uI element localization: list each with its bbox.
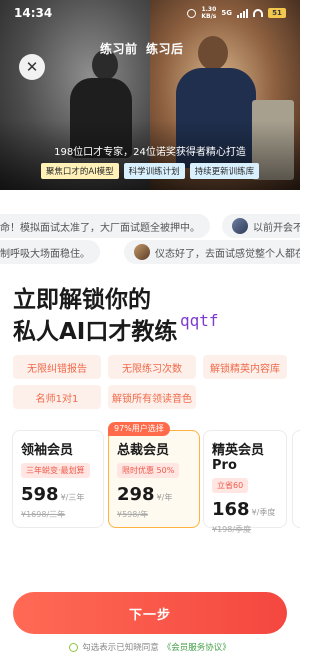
- plan-price: 598: [21, 484, 59, 505]
- plan-name: 总裁会员: [117, 443, 170, 458]
- testimonial-row: 救命！模拟面试太准了，大厂面试题全被押中。 以前开会不敢: [0, 214, 300, 238]
- signal-icon: [237, 8, 248, 18]
- status-icons: 1.30 KB/s 5G 51: [187, 6, 286, 20]
- speaker-head: [198, 36, 228, 70]
- alarm-icon: [187, 8, 197, 18]
- plan-original-price: ¥1698/三年: [21, 510, 66, 519]
- benefit-chip: 解锁所有领读音色: [108, 385, 196, 409]
- hero-tags: 聚焦口才的AI模型 科学训练计划 持续更新训练库: [0, 163, 300, 179]
- benefit-chip: 无限纠错报告: [13, 355, 101, 379]
- hero-tag: 持续更新训练库: [189, 163, 260, 179]
- next-button[interactable]: 下一步: [13, 592, 287, 634]
- testimonial-pill: 以前开会不敢: [222, 214, 300, 238]
- plan-name: 精英会员Pro: [212, 443, 265, 473]
- plan-price: 298: [117, 484, 155, 505]
- price-row: 298 ¥/年: [117, 484, 191, 505]
- plan-list: 97%用户选择 领袖会员 三年蜕变·最划算 598 ¥/三年 ¥1698/三年 …: [0, 422, 300, 534]
- status-time: 14:34: [14, 6, 53, 20]
- plan-promo-tag: 三年蜕变·最划算: [21, 463, 90, 478]
- hero-tag: 科学训练计划: [123, 163, 185, 179]
- hero-banner: [0, 0, 300, 190]
- network-speed-value: 1.30: [201, 6, 217, 13]
- plan-price: 168: [212, 499, 250, 520]
- plan-period: ¥/年: [156, 493, 173, 502]
- plan-card-partial[interactable]: [292, 430, 300, 528]
- agreement-text: 勾选表示已知晓同意: [82, 643, 159, 653]
- avatar: [232, 218, 248, 234]
- battery-icon: 51: [268, 8, 286, 18]
- plan-name: 领袖会员: [21, 443, 74, 458]
- testimonial-pill: 控制呼吸大场面稳住。: [0, 240, 100, 264]
- page-title: 立即解锁你的 私人AI口才教练: [13, 284, 177, 348]
- testimonial-text: 以前开会不敢: [253, 222, 300, 234]
- plan-original-price: ¥598/年: [117, 510, 149, 519]
- price-row: 168 ¥/季度: [212, 499, 278, 520]
- title-line: 立即解锁你的: [13, 287, 151, 313]
- testimonial-text: 救命！模拟面试太准了，大厂面试题全被押中。: [0, 222, 200, 234]
- plan-period: ¥/季度: [251, 508, 276, 517]
- plan-promo-tag: 立省60: [212, 478, 249, 493]
- benefit-chip: 无限练习次数: [108, 355, 196, 379]
- price-row: 598 ¥/三年: [21, 484, 95, 505]
- plan-card-leader[interactable]: 领袖会员 三年蜕变·最划算 598 ¥/三年 ¥1698/三年: [12, 430, 104, 528]
- network-speed-unit: KB/s: [201, 13, 217, 20]
- hero-tag: 聚焦口才的AI模型: [40, 163, 119, 179]
- status-bar: 14:34 1.30 KB/s 5G 51: [0, 0, 300, 26]
- agree-checkbox[interactable]: [69, 642, 79, 652]
- testimonial-pill: 仪态好了，去面试感觉整个人都在发光: [124, 240, 300, 264]
- testimonial-row: 控制呼吸大场面稳住。 仪态好了，去面试感觉整个人都在发光: [0, 240, 300, 264]
- plan-promo-tag: 限时优惠 50%: [117, 463, 180, 478]
- popular-badge: 97%用户选择: [108, 422, 170, 436]
- network-type: 5G: [221, 9, 232, 17]
- close-icon: ✕: [25, 58, 39, 76]
- benefit-chip: 名师1对1: [13, 385, 101, 409]
- hero-subtitle: 198位口才专家，24位诺奖获得者精心打造: [54, 147, 246, 158]
- membership-screen: 14:34 1.30 KB/s 5G 51 练习前 练习后 ✕ 198位口才专家…: [0, 0, 300, 667]
- plan-original-price: ¥198/季度: [212, 525, 252, 534]
- plan-period: ¥/三年: [60, 493, 85, 502]
- testimonial-pill: 救命！模拟面试太准了，大厂面试题全被押中。: [0, 214, 210, 238]
- plan-card-elite-pro[interactable]: 精英会员Pro 立省60 168 ¥/季度 ¥198/季度: [203, 430, 287, 534]
- avatar: [134, 244, 150, 260]
- testimonial-text: 仪态好了，去面试感觉整个人都在发光: [155, 248, 300, 260]
- after-label: 练习后: [146, 42, 184, 56]
- wifi-icon: [253, 9, 263, 17]
- handwritten-annotation: qqtf: [180, 311, 219, 330]
- title-line: 私人AI口才教练: [13, 319, 178, 345]
- close-button[interactable]: ✕: [19, 54, 45, 80]
- network-speed: 1.30 KB/s: [201, 6, 216, 20]
- before-label: 练习前: [100, 42, 138, 56]
- plan-card-president[interactable]: 总裁会员 限时优惠 50% 298 ¥/年 ¥598/年: [108, 430, 200, 528]
- testimonial-text: 控制呼吸大场面稳住。: [0, 248, 90, 260]
- service-agreement-link[interactable]: 《会员服务协议》: [163, 641, 231, 653]
- benefit-chip: 解锁精英内容库: [203, 355, 287, 379]
- agreement-row: 勾选表示已知晓同意 《会员服务协议》: [0, 641, 300, 653]
